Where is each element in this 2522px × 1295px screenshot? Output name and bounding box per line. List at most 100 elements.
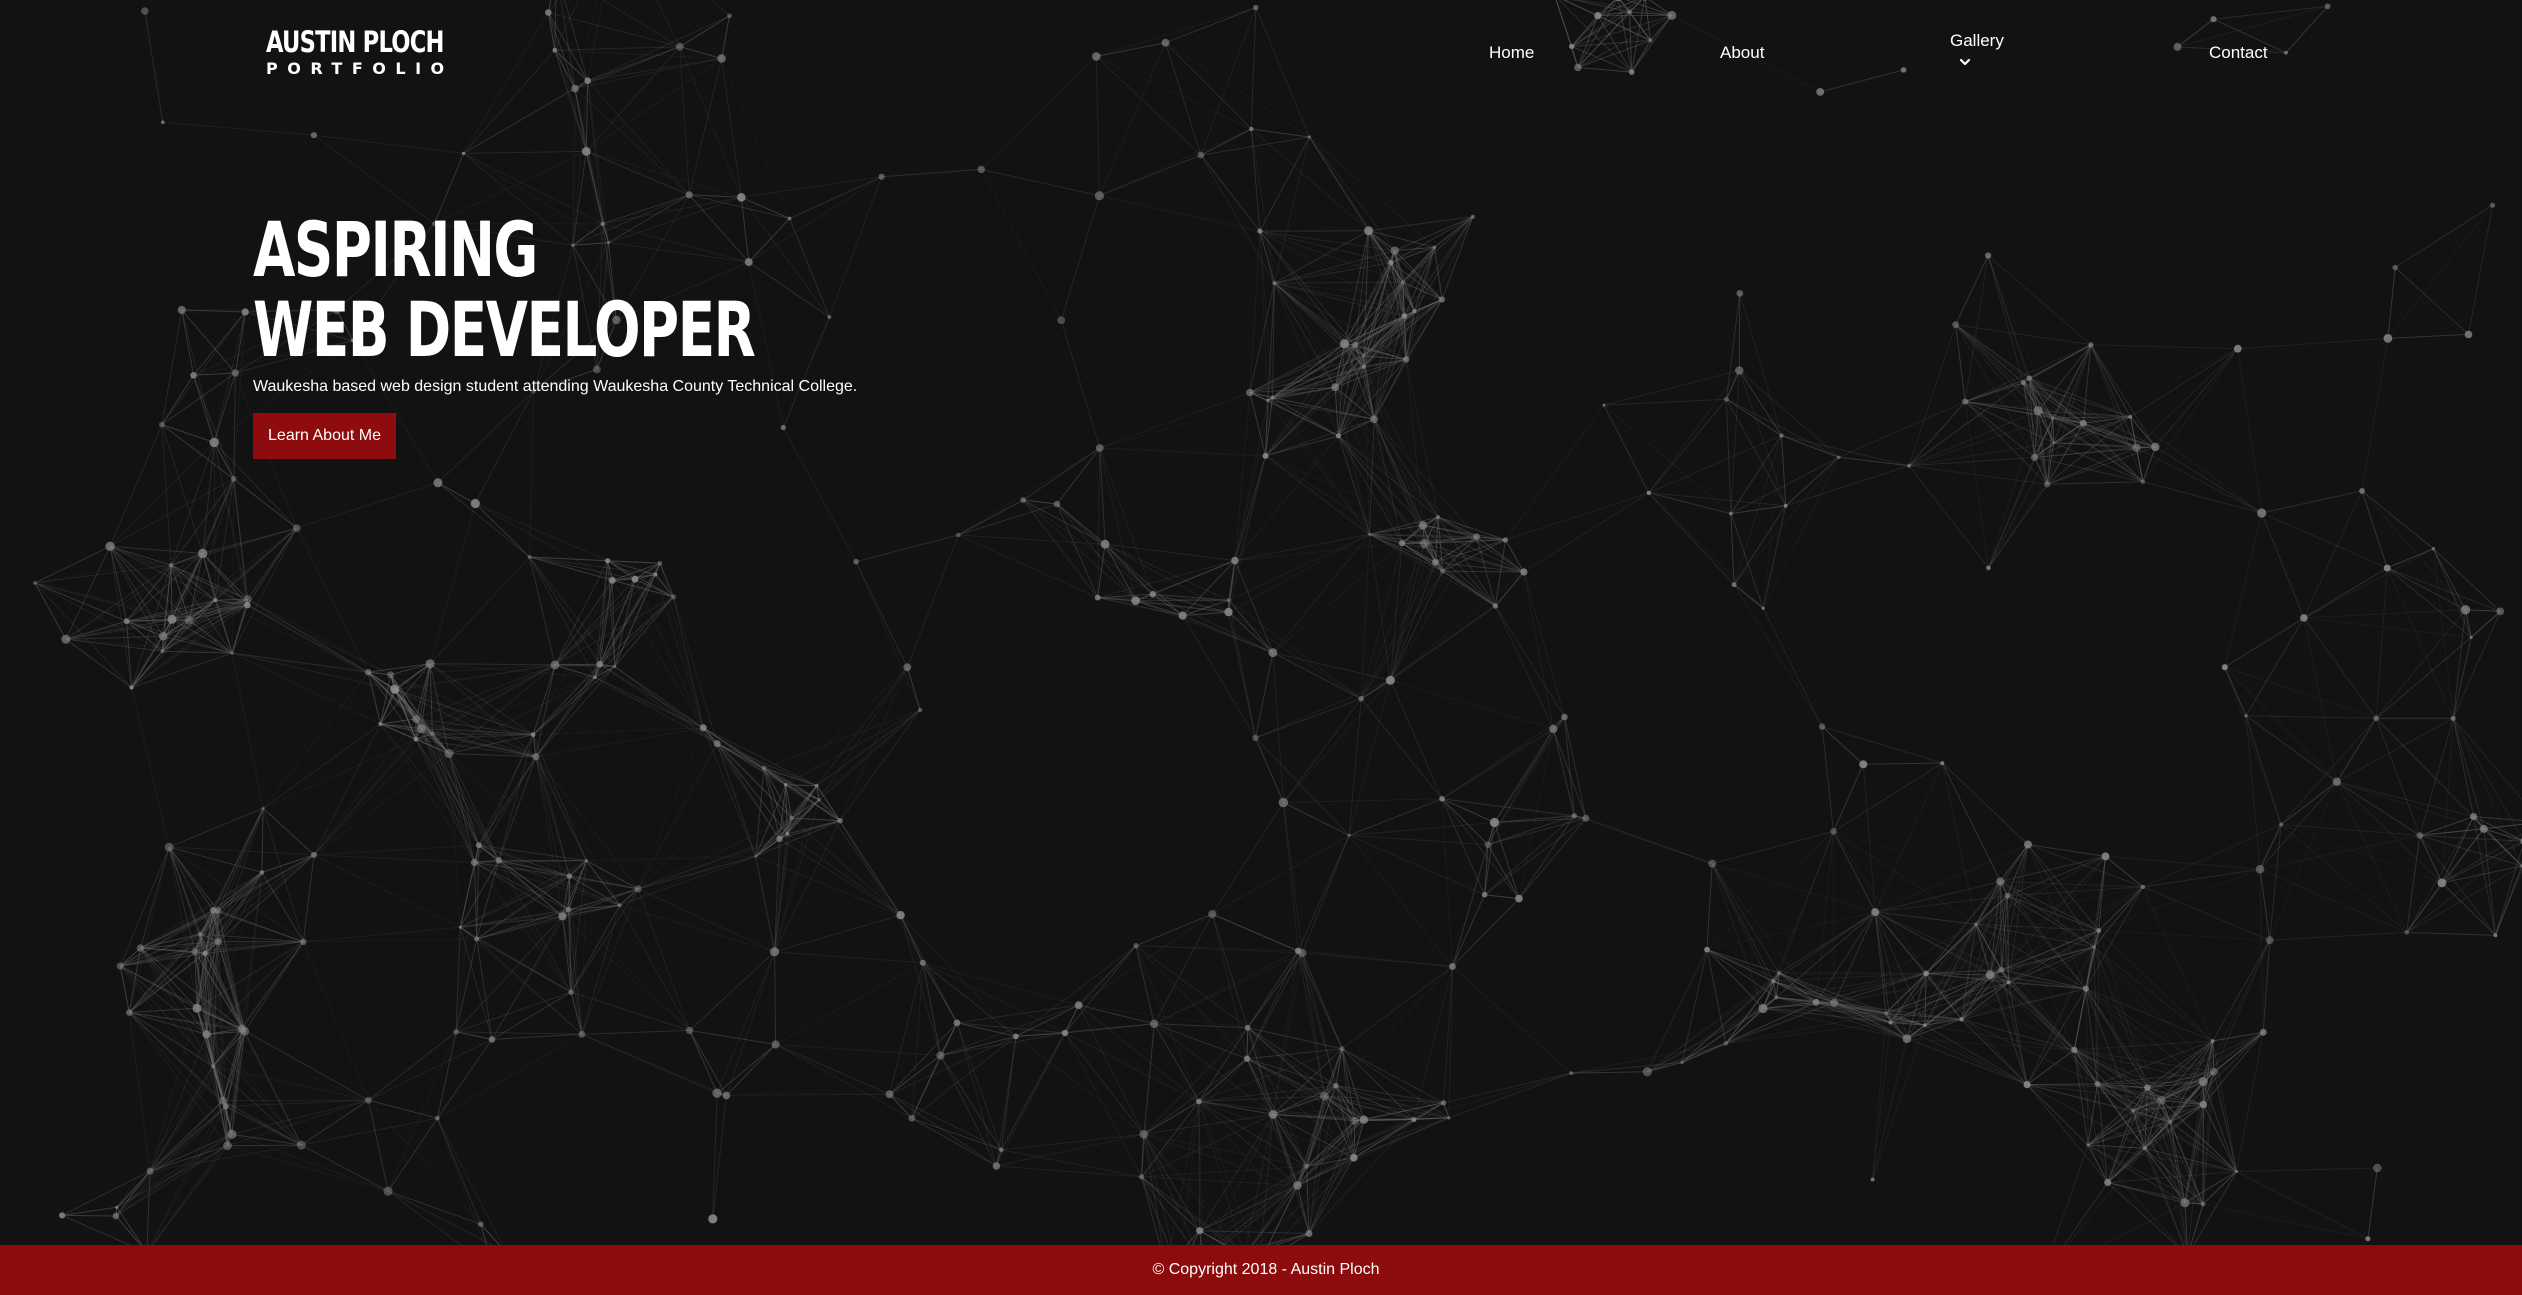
network-node bbox=[300, 938, 307, 945]
network-node bbox=[1347, 833, 1351, 837]
network-line bbox=[1908, 324, 1957, 466]
network-line bbox=[855, 534, 959, 563]
network-node bbox=[2470, 813, 2478, 821]
network-node bbox=[992, 1162, 1001, 1170]
network-node bbox=[2173, 42, 2182, 51]
network-line bbox=[1211, 913, 1249, 1028]
hero-title-line-1: ASPIRING bbox=[253, 205, 538, 294]
network-line bbox=[2433, 548, 2501, 612]
network-line bbox=[980, 56, 1097, 170]
network-line bbox=[1064, 945, 1137, 1034]
network-line bbox=[774, 914, 901, 953]
site-logo[interactable]: AUSTIN PLOCH PORTFOLIO bbox=[266, 28, 494, 77]
network-line bbox=[2213, 5, 2328, 20]
network-node bbox=[2198, 1077, 2208, 1086]
network-node bbox=[2469, 636, 2473, 639]
network-node bbox=[1359, 1115, 1369, 1124]
network-node bbox=[191, 948, 199, 956]
nav-home-link[interactable]: Home bbox=[1489, 43, 1534, 63]
network-line bbox=[1141, 1058, 1248, 1178]
network-node bbox=[241, 308, 249, 316]
network-node bbox=[1244, 1024, 1251, 1031]
network-node bbox=[977, 165, 985, 174]
network-node bbox=[1253, 4, 1259, 11]
network-node bbox=[853, 558, 859, 565]
network-line bbox=[1259, 230, 1336, 388]
network-line bbox=[2237, 348, 2263, 514]
network-line bbox=[2105, 856, 2144, 888]
network-line bbox=[1451, 894, 1486, 967]
network-node bbox=[1985, 252, 1992, 259]
network-node bbox=[1783, 503, 1788, 508]
network-line bbox=[1154, 1023, 1248, 1060]
network-line bbox=[703, 727, 765, 769]
network-node bbox=[770, 947, 780, 957]
network-node bbox=[59, 1212, 66, 1219]
network-node bbox=[123, 618, 130, 625]
network-node bbox=[1095, 444, 1104, 452]
network-line bbox=[1348, 834, 1485, 896]
network-node bbox=[2140, 884, 2146, 890]
network-node bbox=[392, 687, 399, 694]
network-line bbox=[785, 784, 817, 787]
nav-about-link[interactable]: About bbox=[1720, 43, 1764, 63]
network-node bbox=[1871, 908, 1880, 917]
network-line bbox=[774, 951, 777, 1045]
network-line bbox=[2085, 988, 2213, 1042]
network-node bbox=[2144, 1084, 2151, 1091]
network-line bbox=[791, 817, 901, 916]
network-line bbox=[2375, 637, 2472, 719]
network-line bbox=[2245, 715, 2338, 783]
network-line bbox=[2098, 868, 2261, 931]
network-line bbox=[554, 578, 636, 666]
network-node bbox=[653, 572, 658, 577]
network-node bbox=[1057, 316, 1066, 325]
network-node bbox=[202, 950, 208, 957]
network-line bbox=[1484, 817, 1587, 896]
network-line bbox=[673, 596, 704, 728]
network-line bbox=[1272, 652, 1362, 700]
network-node bbox=[605, 558, 611, 564]
chevron-down-icon[interactable] bbox=[1958, 56, 1972, 70]
network-line bbox=[1099, 447, 1154, 595]
network-line bbox=[1182, 615, 1256, 739]
network-node bbox=[1197, 151, 1205, 159]
network-node bbox=[311, 851, 317, 858]
network-line bbox=[940, 1032, 1066, 1056]
network-line bbox=[1297, 950, 1337, 1086]
network-node bbox=[1439, 796, 1445, 802]
network-node bbox=[1061, 1029, 1069, 1037]
network-node bbox=[1385, 675, 1395, 685]
network-node bbox=[1367, 532, 1372, 536]
network-line bbox=[1104, 543, 1154, 595]
network-node bbox=[727, 13, 732, 19]
network-line bbox=[1706, 949, 1774, 982]
network-line bbox=[1260, 1114, 1274, 1245]
network-line bbox=[1603, 404, 1650, 494]
network-node bbox=[1667, 10, 1677, 20]
network-line bbox=[1838, 456, 1910, 467]
network-line bbox=[1390, 571, 1525, 681]
network-node bbox=[2450, 715, 2456, 721]
network-line bbox=[437, 390, 534, 484]
network-node bbox=[578, 1030, 586, 1038]
network-line bbox=[415, 664, 556, 720]
network-line bbox=[1413, 1072, 1572, 1121]
network-line bbox=[1297, 835, 1350, 952]
network-node bbox=[387, 671, 395, 679]
network-line bbox=[448, 676, 596, 754]
network-node bbox=[1419, 538, 1430, 549]
network-line bbox=[619, 904, 775, 953]
network-node bbox=[1020, 497, 1026, 503]
nav-gallery-link[interactable]: Gallery bbox=[1950, 31, 2004, 51]
hero-title: ASPIRING WEB DEVELOPER bbox=[253, 205, 756, 370]
network-node bbox=[785, 832, 789, 836]
network-node bbox=[565, 906, 572, 913]
network-node bbox=[1502, 537, 1509, 543]
network-node bbox=[296, 1140, 306, 1150]
network-line bbox=[1941, 762, 2008, 896]
nav-contact-link[interactable]: Contact bbox=[2209, 43, 2268, 63]
learn-about-me-button[interactable]: Learn About Me bbox=[253, 413, 396, 459]
network-node bbox=[1401, 313, 1408, 319]
network-line bbox=[637, 817, 792, 890]
